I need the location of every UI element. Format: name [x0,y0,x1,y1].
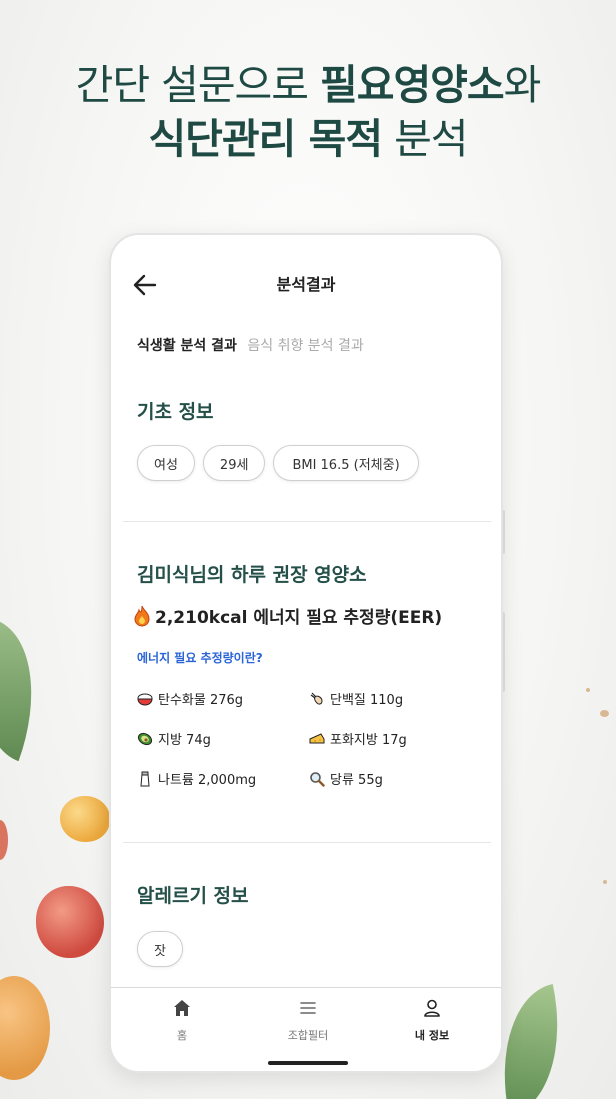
home-icon [174,1000,190,1016]
allergy-info-title: 알레르기 정보 [137,885,249,907]
salt-shaker-icon [140,771,150,786]
tomato-small-decoration [0,820,8,860]
user-icon [424,999,440,1017]
nutrient-carbs: 탄수화물 276g [137,689,243,708]
bottom-navigation: 홈 조합필터 내 정보 [111,987,501,1071]
nutrient-protein: 단백질 110g [309,689,403,708]
basic-info-title: 기초 정보 [137,401,214,423]
allergy-chips: 잣 [137,931,183,967]
tab-diet-analysis[interactable]: 식생활 분석 결과 [137,335,237,355]
app-bar: 분석결과 [111,235,501,330]
allergy-chip: 잣 [137,931,183,967]
eer-text: 2,210kcal 에너지 필요 추정량(EER) [155,608,443,628]
section-divider [123,842,491,843]
cheese-icon [309,732,325,743]
crumb-decoration [603,880,607,884]
age-chip: 29세 [202,445,266,481]
basil-leaf-left [0,619,62,762]
drumstick-icon [310,692,323,705]
eer-info-link[interactable]: 에너지 필요 추정량이란? [137,649,263,666]
section-divider [123,521,491,522]
daily-nutrition-title: 김미식님의 하루 권장 영양소 [137,564,367,586]
tab-food-preference[interactable]: 음식 취향 분석 결과 [247,335,363,355]
avocado-icon [137,732,153,745]
crumb-decoration [586,688,590,692]
yellow-tomato-decoration [60,796,110,842]
nav-combo-filter[interactable]: 조합필터 [263,998,353,1043]
phone-screen: 분석결과 식생활 분석 결과 음식 취향 분석 결과 기초 정보 여성 29세 … [109,233,503,1073]
magnifier-icon [310,771,325,787]
fire-icon [134,605,150,626]
gender-chip: 여성 [137,445,195,481]
promo-headline: 간단 설문으로 필요영양소와 식단관리 목적 분석 [0,58,616,166]
rice-bowl-icon [137,693,153,705]
headline-line-1: 간단 설문으로 필요영양소와 [75,61,542,109]
eer-summary: 2,210kcal 에너지 필요 추정량(EER) [133,603,442,628]
headline-line-2: 식단관리 목적 분석 [148,115,468,163]
basic-info-chips: 여성 29세 BMI 16.5 (저체중) [137,445,419,481]
crumb-decoration [600,710,609,717]
nutrient-sugar: 당류 55g [309,769,383,788]
nutrient-saturated-fat: 포화지방 17g [309,729,407,748]
home-indicator [268,1061,348,1065]
orange-tomato-decoration [0,976,50,1080]
nav-home[interactable]: 홈 [137,998,227,1043]
page-title: 분석결과 [276,275,336,294]
nutrient-fat: 지방 74g [137,729,211,748]
nav-my-info[interactable]: 내 정보 [387,998,477,1043]
result-tabs: 식생활 분석 결과 음식 취향 분석 결과 [137,335,370,355]
bmi-chip: BMI 16.5 (저체중) [273,445,419,481]
red-tomato-decoration [36,886,104,958]
nutrient-sodium: 나트륨 2,000mg [137,769,256,788]
menu-icon [300,1002,316,1014]
